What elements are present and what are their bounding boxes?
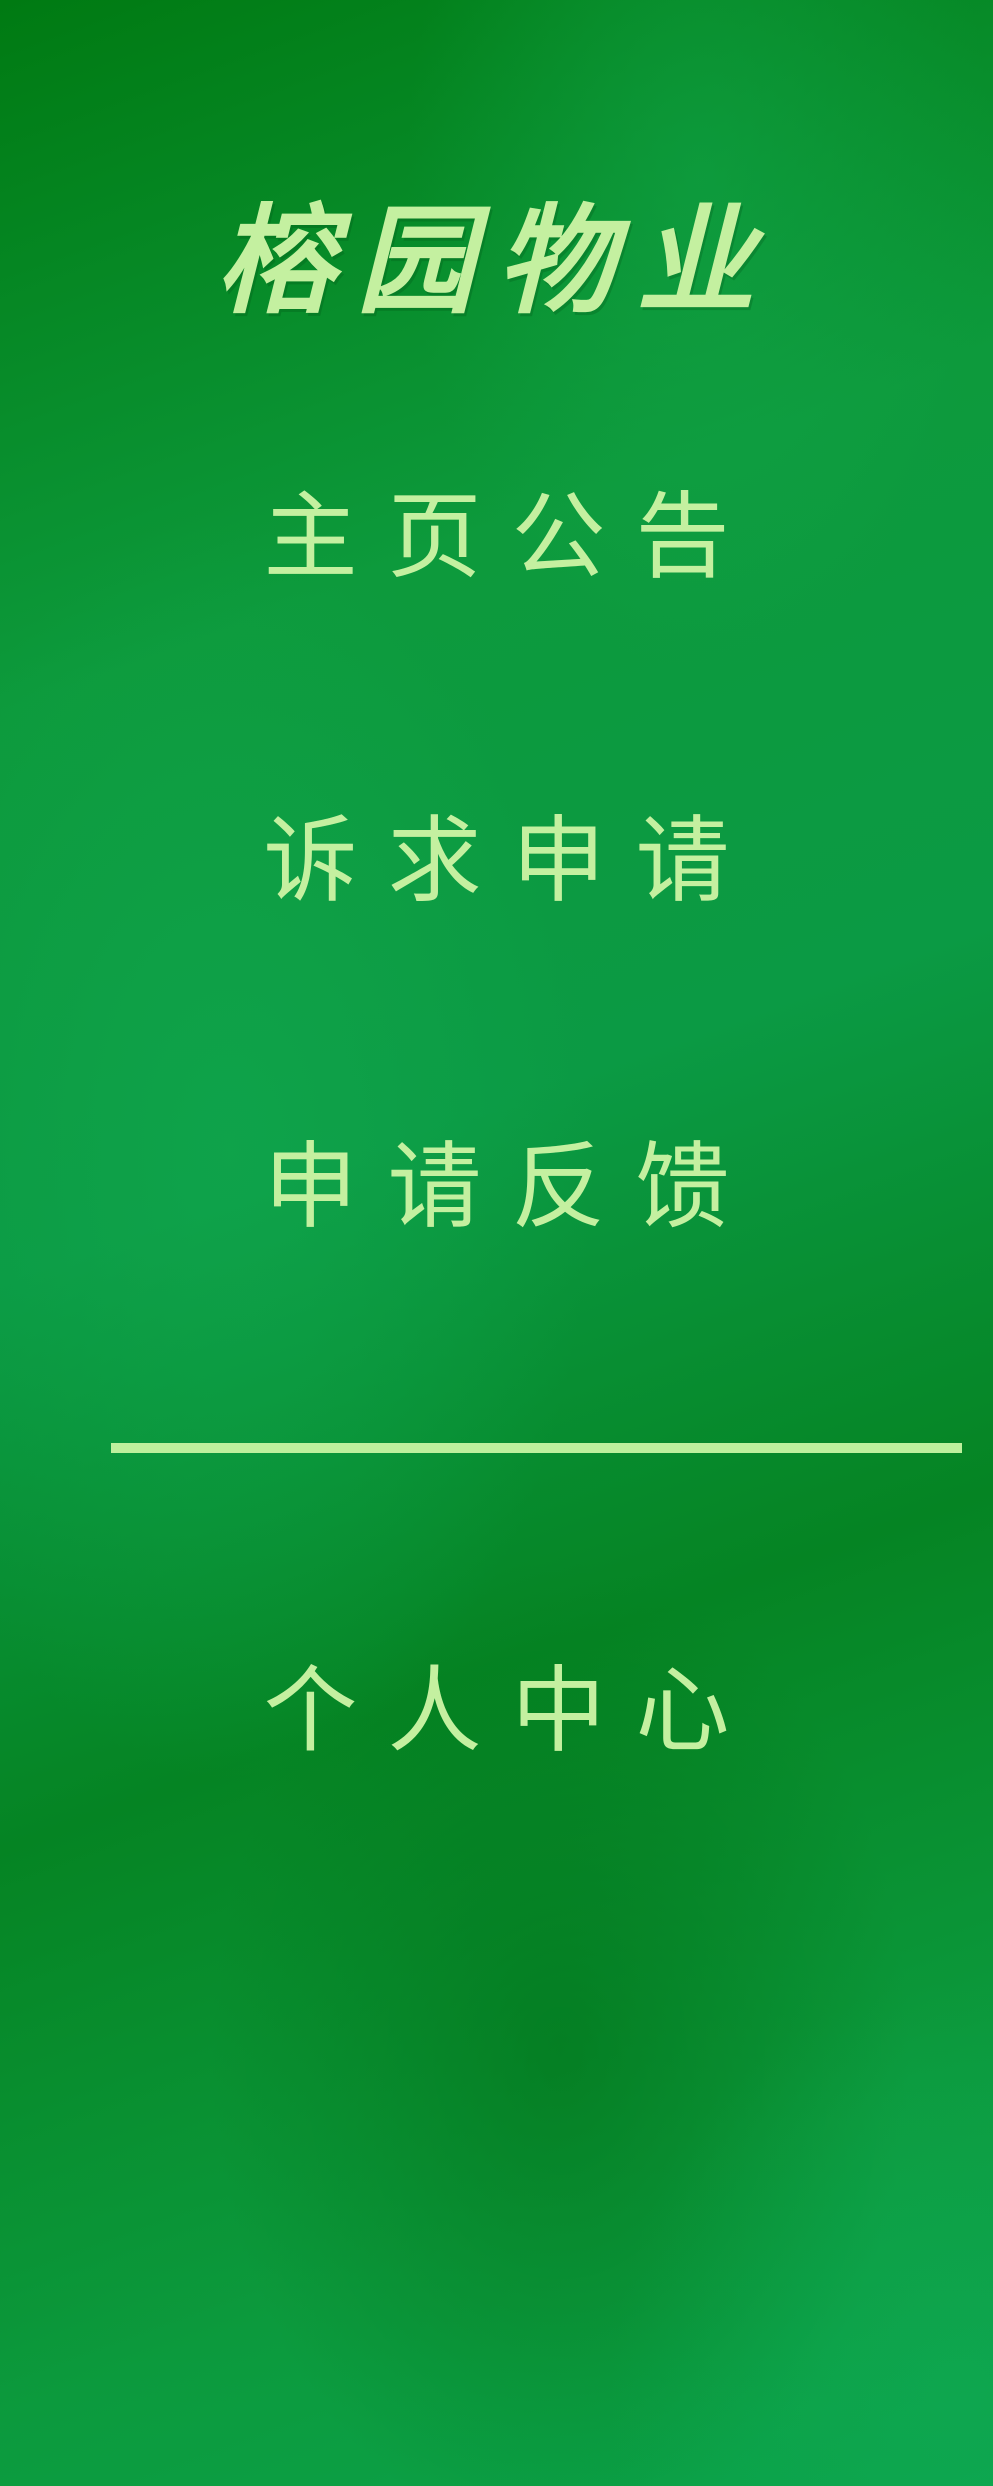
nav-item-application-feedback[interactable]: 申请反馈 [0, 1128, 993, 1248]
nav-item-home-announcements[interactable]: 主页公告 [0, 478, 993, 598]
nav-divider [111, 1443, 962, 1453]
nav-item-personal-center[interactable]: 个人中心 [0, 1652, 993, 1772]
sidebar-panel: 榕园物业 主页公告 诉求申请 申请反馈 个人中心 [0, 0, 993, 2486]
nav-item-request-application[interactable]: 诉求申请 [0, 802, 993, 922]
brand-title: 榕园物业 [216, 191, 777, 330]
